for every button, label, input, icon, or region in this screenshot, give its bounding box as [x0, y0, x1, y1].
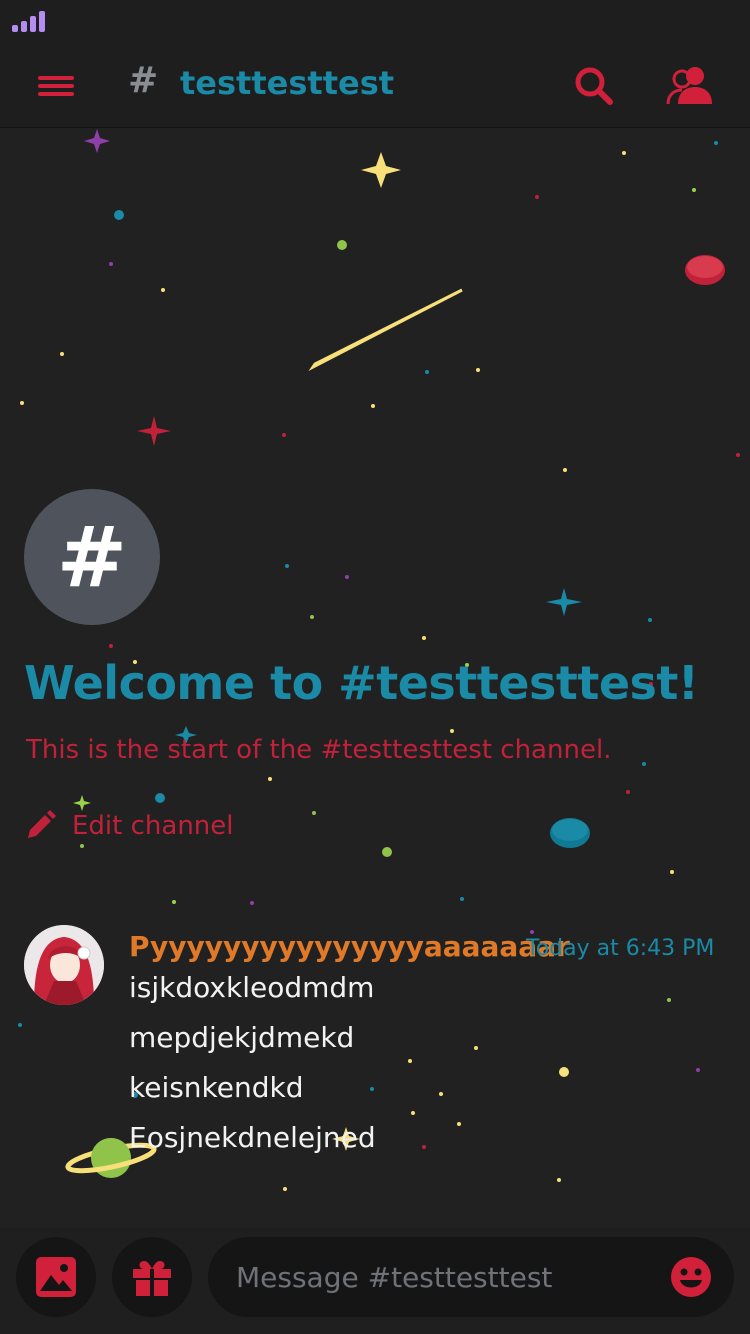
- emoji-icon: [671, 1257, 711, 1297]
- message-line: Eosjnekdnelejned: [129, 1121, 376, 1154]
- members-button[interactable]: [664, 62, 716, 110]
- channel-hash-icon: #: [56, 508, 128, 606]
- gift-icon: [133, 1261, 171, 1296]
- message-author[interactable]: Pyyyyyyyyyyyyyyyaaaaaaar: [129, 930, 570, 963]
- signal-strength-icon: [12, 10, 48, 32]
- message-input[interactable]: [208, 1237, 734, 1317]
- message-line: mepdjekjdmekd: [129, 1021, 355, 1054]
- emoji-button[interactable]: [670, 1256, 712, 1298]
- avatar[interactable]: [24, 925, 104, 1005]
- edit-channel-button[interactable]: Edit channel: [24, 806, 234, 846]
- edit-channel-label: Edit channel: [72, 811, 234, 841]
- channel-start-text: This is the start of the #testtesttest c…: [26, 735, 612, 765]
- message-timestamp: Today at 6:43 PM: [526, 936, 715, 961]
- channel-header: # testtesttest: [0, 44, 750, 127]
- menu-button[interactable]: [30, 66, 82, 106]
- image-icon: [36, 1257, 76, 1297]
- upload-image-button[interactable]: [16, 1237, 96, 1317]
- channel-title: testtesttest: [180, 64, 395, 102]
- welcome-title: Welcome to #testtesttest!: [24, 656, 699, 710]
- message-line: isjkdoxkleodmdm: [129, 971, 375, 1004]
- user-avatar-image: [24, 925, 104, 1005]
- message-line: keisnkendkd: [129, 1071, 304, 1104]
- pencil-icon: [28, 810, 56, 838]
- gift-button[interactable]: [112, 1237, 192, 1317]
- channel-hash-icon: #: [128, 60, 159, 101]
- search-icon: [575, 67, 613, 105]
- shooting-star: [308, 288, 463, 371]
- status-bar: [0, 0, 750, 44]
- channel-avatar: #: [24, 489, 160, 625]
- hamburger-menu-icon: [38, 76, 74, 80]
- search-button[interactable]: [570, 62, 618, 110]
- members-icon: [666, 67, 712, 105]
